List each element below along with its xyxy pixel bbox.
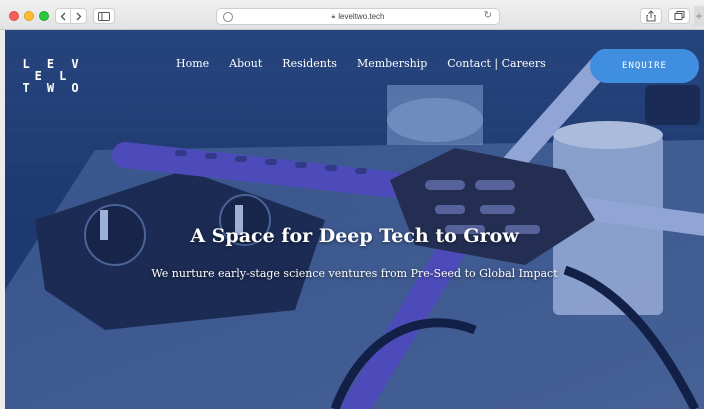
enquire-button[interactable]: ENQUIRE (590, 49, 699, 83)
logo-line-1: L E V E L (22, 57, 84, 83)
forward-button[interactable] (71, 8, 87, 24)
lock-icon: 🔒︎ (331, 12, 336, 20)
sidebar-toggle-button[interactable] (93, 8, 115, 24)
zoom-window-button[interactable] (39, 11, 49, 21)
hero-title: A Space for Deep Tech to Grow (190, 225, 519, 247)
browser-toolbar: 🔒︎ leveltwo.tech ↻ + (0, 0, 704, 30)
new-tab-button[interactable]: + (694, 6, 704, 26)
site-logo[interactable]: L E V E L T W O (17, 58, 89, 94)
address-bar[interactable]: 🔒︎ leveltwo.tech ↻ (216, 8, 500, 25)
share-button[interactable] (640, 8, 662, 24)
nav-home-link[interactable]: Home (176, 57, 209, 70)
reload-icon[interactable]: ↻ (484, 10, 492, 21)
logo-line-2: T W O (22, 81, 84, 95)
tabs-icon (674, 11, 685, 20)
minimize-window-button[interactable] (24, 11, 34, 21)
web-page: L E V E L T W O Home About Residents Mem… (5, 30, 704, 409)
privacy-shield-icon[interactable] (223, 12, 233, 22)
hero-background-image (5, 30, 704, 409)
close-window-button[interactable] (9, 11, 19, 21)
share-icon (646, 10, 656, 22)
chevron-left-icon (60, 12, 66, 20)
nav-residents-link[interactable]: Residents (282, 57, 337, 70)
main-navigation: Home About Residents Membership Contact … (176, 57, 566, 70)
hero-subtitle: We nurture early-stage science ventures … (151, 267, 558, 280)
nav-about-link[interactable]: About (229, 57, 262, 70)
sidebar-icon (98, 11, 110, 21)
show-tabs-button[interactable] (668, 8, 690, 24)
nav-contact-careers-link[interactable]: Contact | Careers (447, 57, 546, 70)
url-text: leveltwo.tech (338, 12, 385, 21)
back-button[interactable] (55, 8, 71, 24)
chevron-right-icon (76, 12, 81, 20)
nav-membership-link[interactable]: Membership (357, 57, 427, 70)
